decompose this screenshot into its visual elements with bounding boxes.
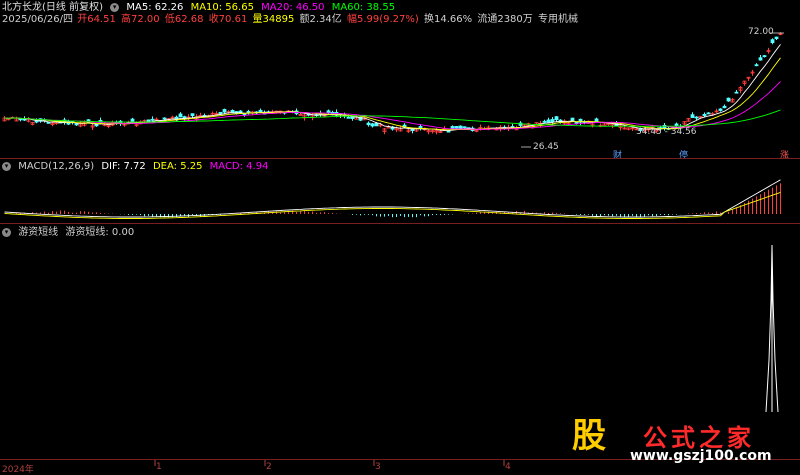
candle-body (178, 113, 183, 118)
youzi-header: ▾ 游资短线 游资短线: 0.00 (2, 226, 138, 239)
watermark: 股 公式之家 www.gszj100.com (558, 412, 788, 468)
candle-body (18, 118, 23, 121)
candle-body (146, 119, 151, 122)
candle-body (150, 118, 155, 121)
time-axis-label: 4 (505, 462, 511, 472)
time-axis-label: 1 (156, 462, 162, 472)
macd-value: MACD: 4.94 (209, 161, 269, 172)
youzi-value: 游资短线: 0.00 (65, 227, 135, 238)
time-axis-label: 2024年 (2, 465, 34, 475)
ma60-value: MA60: 38.55 (331, 2, 396, 13)
macd-dif: DIF: 7.72 (101, 161, 146, 172)
ma10-line (4, 57, 781, 131)
quote-change: 幅5.99(9.27%) (346, 14, 419, 25)
quote-close: 收70.61 (208, 14, 248, 25)
time-axis-label: 2 (266, 462, 272, 472)
high-price-label: 72.00 (748, 27, 774, 37)
macd-dif-line (4, 179, 781, 218)
youzi-title: 游资短线 (18, 227, 59, 238)
candle-body (718, 108, 723, 111)
candle-body (570, 117, 575, 121)
chevron-down-icon[interactable]: ▾ (110, 2, 120, 12)
candle-body (722, 105, 727, 109)
candle-body (726, 97, 731, 102)
quote-industry: 专用机械 (537, 14, 578, 25)
marker-halt[interactable]: 停 (679, 148, 688, 161)
candle-body (706, 112, 711, 115)
candle-body (74, 123, 79, 126)
ma5-value: MA5: 62.26 (126, 2, 184, 13)
panel-divider (0, 223, 800, 224)
range-price-label: 34.45 - 34.56 (636, 127, 697, 137)
candle-body (374, 123, 379, 127)
candle-body (370, 123, 375, 127)
candle-body (758, 57, 763, 61)
quote-info: 2025/06/26/四 开64.51 高72.00 低62.68 收70.61… (2, 13, 582, 26)
time-axis-label: 3 (375, 462, 381, 472)
macd-title: MACD(12,26,9) (18, 161, 95, 172)
candle-body (258, 109, 263, 113)
candle-body (554, 116, 559, 121)
candle-body (366, 122, 371, 126)
candle-body (450, 126, 455, 130)
candle-body (734, 91, 739, 94)
candle-body (418, 126, 423, 128)
candle-body (454, 126, 459, 129)
candle-body (34, 120, 39, 123)
marker-finance[interactable]: 财 (613, 148, 622, 161)
quote-amount: 额2.34亿 (299, 14, 342, 25)
candle-body (346, 116, 351, 119)
candle-body (410, 128, 415, 132)
candle-body (546, 119, 551, 123)
macd-header: ▾ MACD(12,26,9) DIF: 7.72 DEA: 5.25 MACD… (2, 160, 272, 173)
candle-body (574, 121, 579, 124)
candle-body (458, 125, 463, 129)
quote-low: 低62.68 (164, 14, 204, 25)
ma20-value: MA20: 46.50 (261, 2, 325, 13)
candle-body (774, 36, 779, 39)
quote-open: 开64.51 (77, 14, 116, 25)
candle-body (190, 113, 195, 117)
watermark-logo: 股 (572, 416, 606, 456)
ma10-value: MA10: 56.65 (190, 2, 254, 13)
candle-body (690, 114, 695, 118)
candle-body (762, 55, 767, 58)
marker-limit-up[interactable]: 涨 (780, 148, 789, 161)
macd-dea: DEA: 5.25 (152, 161, 203, 172)
watermark-url: www.gszj100.com (630, 448, 772, 464)
candle-body (694, 116, 699, 119)
quote-float: 流通2380万 (477, 14, 533, 25)
panel-divider (0, 158, 800, 159)
candle-body (222, 109, 227, 113)
candle-body (702, 113, 707, 117)
ma5-line (4, 44, 781, 132)
quote-volume: 量34895 (252, 14, 295, 25)
candle-body (770, 39, 775, 44)
candle-body (218, 111, 223, 115)
chevron-down-icon[interactable]: ▾ (2, 227, 11, 237)
candle-body (242, 113, 247, 116)
chevron-down-icon[interactable]: ▾ (2, 161, 11, 171)
candle-body (550, 119, 555, 123)
candle-body (46, 121, 51, 124)
candle-body (446, 130, 451, 133)
candle-body (246, 111, 251, 113)
candle-body (162, 117, 167, 120)
candle-body (754, 64, 759, 67)
stock-name: 北方长龙(日线 前复权) (2, 2, 103, 13)
candle-body (462, 126, 467, 129)
low-price-label: 26.45 (533, 142, 559, 152)
candle-body (94, 124, 99, 127)
quote-high: 高72.00 (121, 14, 160, 25)
quote-date: 2025/06/26/四 (2, 14, 74, 25)
candle-body (594, 118, 599, 122)
candle-body (130, 118, 135, 122)
quote-turnover: 换14.66% (424, 14, 473, 25)
candle-body (542, 120, 547, 123)
